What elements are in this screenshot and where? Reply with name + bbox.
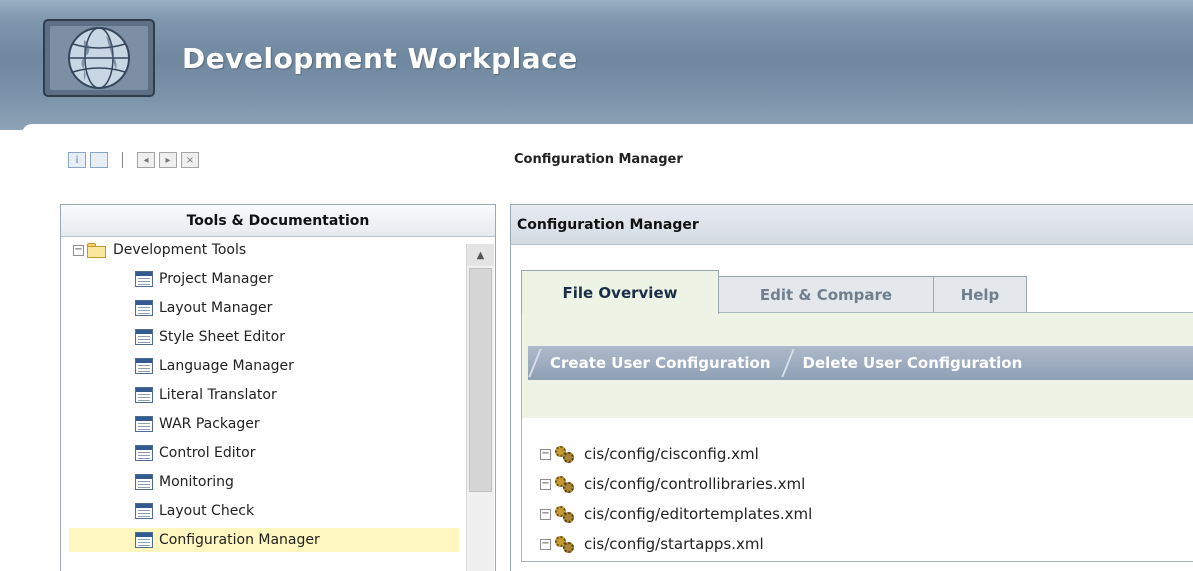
- app-title: Development Workplace: [182, 42, 578, 75]
- window-icon[interactable]: [90, 152, 108, 168]
- previous-icon[interactable]: ◂: [137, 152, 155, 168]
- tree-scrollbar[interactable]: ▲: [466, 244, 494, 571]
- tree-item[interactable]: Monitoring: [135, 470, 234, 494]
- tab-file-overview[interactable]: File Overview: [521, 270, 719, 314]
- globe-logo-icon: [43, 19, 155, 97]
- action-toolbar: Create User Configuration Delete User Co…: [528, 346, 1193, 380]
- gear-icon: [554, 474, 576, 494]
- panel-title: Tools & Documentation: [61, 205, 495, 237]
- tool-window-icon: [135, 503, 153, 519]
- tree-item[interactable]: Control Editor: [135, 441, 256, 465]
- collapse-icon[interactable]: −: [73, 244, 84, 256]
- file-item[interactable]: − cis/config/editortemplates.xml: [540, 502, 812, 526]
- tree-item-label: Control Editor: [159, 445, 256, 461]
- page-title: Configuration Manager: [514, 152, 683, 167]
- tool-window-icon: [135, 329, 153, 345]
- collapse-icon[interactable]: −: [540, 538, 551, 550]
- tree-item[interactable]: WAR Packager: [135, 412, 260, 436]
- tree-item-label: Layout Check: [159, 503, 255, 519]
- tree-item[interactable]: Layout Check: [135, 499, 254, 523]
- create-user-configuration-button[interactable]: Create User Configuration: [528, 346, 781, 380]
- file-path: cis/config/controllibraries.xml: [584, 475, 806, 493]
- toolbar-divider: [122, 152, 123, 168]
- tree-item-label: WAR Packager: [159, 416, 260, 432]
- gear-icon: [554, 444, 576, 464]
- scroll-thumb[interactable]: [469, 268, 492, 492]
- scroll-up-icon[interactable]: ▲: [467, 244, 494, 266]
- tree-item[interactable]: Project Manager: [135, 267, 273, 291]
- gear-icon: [554, 534, 576, 554]
- gear-icon: [554, 504, 576, 524]
- file-item[interactable]: − cis/config/startapps.xml: [540, 532, 764, 556]
- tree-item-label: Style Sheet Editor: [159, 329, 285, 345]
- file-path: cis/config/editortemplates.xml: [584, 505, 813, 523]
- collapse-icon[interactable]: −: [540, 508, 551, 520]
- tool-window-icon: [135, 387, 153, 403]
- tree-root[interactable]: − Development Tools: [73, 238, 246, 262]
- tab-help[interactable]: Help: [933, 276, 1027, 312]
- tree-item-selected[interactable]: Configuration Manager: [69, 528, 459, 552]
- tree-item[interactable]: Layout Manager: [135, 296, 272, 320]
- tree-item-label: Layout Manager: [159, 300, 273, 316]
- tree-item[interactable]: Style Sheet Editor: [135, 325, 285, 349]
- next-icon[interactable]: ▸: [159, 152, 177, 168]
- file-path: cis/config/cisconfig.xml: [584, 445, 759, 463]
- tool-window-icon: [135, 300, 153, 316]
- tree-item[interactable]: Language Manager: [135, 354, 294, 378]
- app-header: Development Workplace: [0, 0, 1193, 130]
- tool-window-icon: [135, 532, 153, 548]
- tool-window-icon: [135, 474, 153, 490]
- tree-item-label: Configuration Manager: [159, 532, 320, 548]
- folder-icon: [87, 242, 107, 258]
- close-icon[interactable]: ×: [181, 152, 199, 168]
- tool-window-icon: [135, 271, 153, 287]
- tools-tree: − Development Tools Project Manager Layo…: [61, 238, 467, 571]
- delete-user-configuration-button[interactable]: Delete User Configuration: [781, 346, 1033, 380]
- tree-item-label: Project Manager: [159, 271, 273, 287]
- file-item[interactable]: − cis/config/controllibraries.xml: [540, 472, 805, 496]
- panel-title: Configuration Manager: [511, 205, 1193, 245]
- tool-window-icon: [135, 445, 153, 461]
- toolbar: i ◂ ▸ ×: [68, 150, 203, 170]
- tree-item[interactable]: Literal Translator: [135, 383, 277, 407]
- tools-documentation-panel: Tools & Documentation − Development Tool…: [60, 204, 496, 571]
- file-path: cis/config/startapps.xml: [584, 535, 764, 553]
- collapse-icon[interactable]: −: [540, 448, 551, 460]
- tree-item-label: Monitoring: [159, 474, 234, 490]
- tree-item-label: Literal Translator: [159, 387, 277, 403]
- tree-item-label: Language Manager: [159, 358, 294, 374]
- tab-edit-compare[interactable]: Edit & Compare: [718, 276, 934, 312]
- tool-window-icon: [135, 416, 153, 432]
- collapse-icon[interactable]: −: [540, 478, 551, 490]
- tree-root-label: Development Tools: [113, 242, 247, 258]
- info-icon[interactable]: i: [68, 152, 86, 168]
- tool-window-icon: [135, 358, 153, 374]
- file-item[interactable]: − cis/config/cisconfig.xml: [540, 442, 759, 466]
